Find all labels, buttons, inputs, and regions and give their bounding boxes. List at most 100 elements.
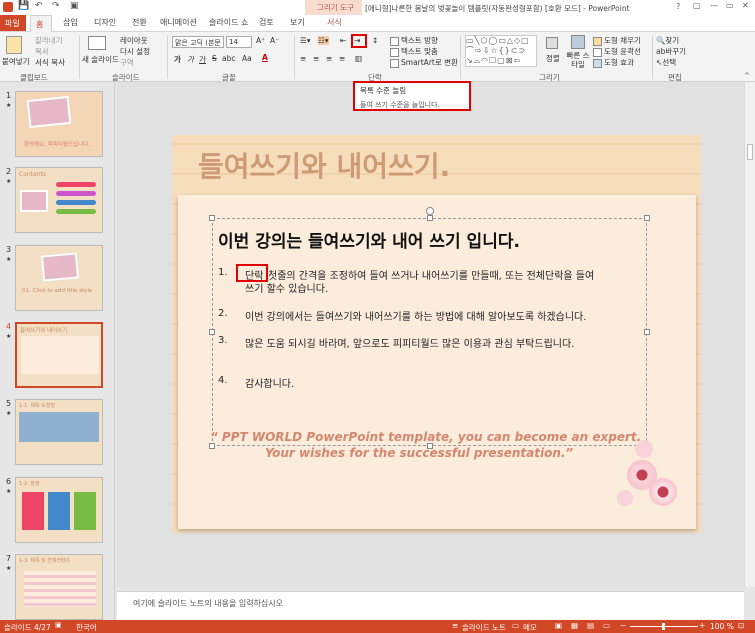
notes-toggle-icon[interactable]: ≡ xyxy=(452,621,458,630)
vertical-scrollbar[interactable] xyxy=(744,82,755,587)
strikethrough-button[interactable]: S xyxy=(212,54,217,63)
align-text-button[interactable]: 텍스트 맞춤 xyxy=(390,46,438,57)
shapes-gallery[interactable]: ▭╲⬡◯▭△◇▢ ⌒⇨⇩☆{}⊂⊃ ↘⌓◠☐▢⊠⇦ xyxy=(465,35,537,67)
slide-title[interactable]: 들여쓰기와 내어쓰기. xyxy=(198,145,450,185)
text-box-selection[interactable] xyxy=(212,218,647,446)
zoom-in-icon[interactable]: + xyxy=(699,621,705,630)
tab-insert[interactable]: 삽입 xyxy=(63,17,78,28)
slide-thumbnail-7[interactable]: 1-3. 제목 및 연계컨텐츠 xyxy=(15,554,103,620)
close-button[interactable]: ✕ xyxy=(742,1,749,10)
layout-button[interactable]: 레이아웃 xyxy=(120,35,148,46)
slide-sorter-icon[interactable]: ▦ xyxy=(571,621,578,630)
tab-transitions[interactable]: 전환 xyxy=(132,17,147,28)
notes-toggle-button[interactable]: 슬라이드 노트 xyxy=(462,622,506,633)
columns-icon[interactable]: ▥ xyxy=(355,54,362,63)
char-spacing-button[interactable]: abc xyxy=(222,54,235,63)
slide-thumbnail-6[interactable]: 1-2. 장점 xyxy=(15,477,103,543)
shape-fill-button[interactable]: 도형 채우기 xyxy=(593,35,641,46)
help-button[interactable]: ? xyxy=(676,2,680,11)
spellcheck-icon[interactable]: ▣ xyxy=(55,621,62,629)
comments-icon[interactable]: ▭ xyxy=(512,621,519,630)
present-icon[interactable]: ▣ xyxy=(70,1,79,11)
animation-star-icon: ★ xyxy=(6,256,12,263)
zoom-slider-thumb[interactable] xyxy=(662,623,665,630)
rotate-handle-icon[interactable] xyxy=(426,207,434,215)
section-button[interactable]: 구역 xyxy=(120,57,134,68)
find-button[interactable]: 🔍찾기 xyxy=(656,35,679,46)
format-painter-button[interactable]: 서식 복사 xyxy=(35,57,65,68)
fit-to-window-icon[interactable]: ⊡ xyxy=(738,621,744,630)
line-spacing-icon[interactable]: ↕ xyxy=(372,36,378,45)
tab-view[interactable]: 보기 xyxy=(290,17,305,28)
font-size-select[interactable]: 14 xyxy=(226,36,252,48)
reset-button[interactable]: 다시 설정 xyxy=(120,46,150,57)
list-item-text: 많은 도움 되시길 바라며, 앞으로도 피피티월드 많은 이용과 관심 부탁드립… xyxy=(245,339,575,350)
bullets-icon[interactable]: ☰▾ xyxy=(300,36,311,45)
reading-view-icon[interactable]: ▤ xyxy=(587,621,594,630)
copy-button[interactable]: 복사 xyxy=(35,46,49,57)
resize-handle[interactable] xyxy=(209,329,215,335)
zoom-level[interactable]: 100 % xyxy=(710,622,734,631)
slide-thumbnail-1[interactable]: 환영해요, 피피티월드입니다. xyxy=(15,91,103,157)
tab-format[interactable]: 서식 xyxy=(327,17,342,28)
resize-handle[interactable] xyxy=(644,215,650,221)
slide-thumbnail-5[interactable]: 1-1. 제목 도형형 xyxy=(15,399,103,465)
maximize-button[interactable]: ▭ xyxy=(726,1,734,10)
font-name-select[interactable]: 맑은 고딕 (본문 xyxy=(172,36,224,48)
bold-button[interactable]: 가 xyxy=(174,54,181,65)
smartart-button[interactable]: SmartArt로 변환 xyxy=(390,57,458,68)
tab-home[interactable]: 홈 xyxy=(30,15,52,32)
notes-placeholder[interactable]: 여기에 슬라이드 노트의 내용을 입력하십시오 xyxy=(133,598,283,609)
tab-file[interactable]: 파일 xyxy=(0,15,26,31)
numbering-icon[interactable]: ☷▾ xyxy=(318,36,329,45)
scroll-thumb[interactable] xyxy=(747,144,753,160)
ribbon-display-button[interactable]: ▢ xyxy=(693,1,701,10)
tab-review[interactable]: 검토 xyxy=(259,17,274,28)
quick-styles-button[interactable]: 빠른 스타일 xyxy=(565,51,591,69)
undo-icon[interactable]: ↶ xyxy=(35,1,43,11)
decrease-indent-icon[interactable]: ⇤ xyxy=(340,36,346,45)
minimize-button[interactable]: — xyxy=(710,1,718,10)
tab-animations[interactable]: 애니메이션 xyxy=(160,17,197,28)
slideshow-icon[interactable]: ▭ xyxy=(603,621,610,630)
slide-thumbnail-3[interactable]: 01. Click to add title style xyxy=(15,245,103,311)
slide-thumbnail-2[interactable]: Contents xyxy=(15,167,103,233)
slide-thumbnail-4-selected[interactable]: 들여쓰기와 내어쓰기 xyxy=(15,322,103,388)
tab-design[interactable]: 디자인 xyxy=(94,17,116,28)
zoom-out-icon[interactable]: − xyxy=(620,621,626,630)
tab-slideshow[interactable]: 슬라이드 쇼 xyxy=(209,17,248,28)
normal-view-icon[interactable]: ▣ xyxy=(555,621,562,630)
justify-icon[interactable]: ≡ xyxy=(339,54,345,63)
shape-effects-button[interactable]: 도형 효과 xyxy=(593,57,634,68)
align-center-icon[interactable]: ≡ xyxy=(313,54,319,63)
italic-button[interactable]: 가 xyxy=(187,54,194,65)
language-indicator[interactable]: 한국어 xyxy=(76,622,97,633)
shrink-font-icon[interactable]: A⁻ xyxy=(270,36,279,45)
increase-indent-icon[interactable]: ⇥ xyxy=(354,36,360,45)
grow-font-icon[interactable]: A⁺ xyxy=(256,36,265,45)
slide[interactable]: 들여쓰기와 내어쓰기. 이번 강의는 들여쓰기와 내어 쓰기 입니다. 1. 단… xyxy=(172,135,701,533)
paste-button[interactable]: 붙여넣기 xyxy=(2,56,30,67)
cut-button[interactable]: 잘라내기 xyxy=(35,35,63,46)
collapse-ribbon-icon[interactable]: ^ xyxy=(744,72,750,80)
notes-pane[interactable]: 여기에 슬라이드 노트의 내용을 입력하십시오 xyxy=(117,591,744,620)
redo-icon[interactable]: ↷ xyxy=(52,1,60,11)
change-case-button[interactable]: Aa xyxy=(242,54,252,63)
underline-button[interactable]: 가 xyxy=(199,54,206,65)
replace-button[interactable]: ab바꾸기 xyxy=(656,46,686,57)
save-icon[interactable]: 💾 xyxy=(18,1,29,11)
slide-heading[interactable]: 이번 강의는 들여쓰기와 내어 쓰기 입니다. xyxy=(218,227,520,252)
text-direction-button[interactable]: 텍스트 방향 xyxy=(390,35,438,46)
font-color-icon[interactable]: A xyxy=(262,53,268,62)
shape-outline-button[interactable]: 도형 윤곽선 xyxy=(593,46,641,57)
resize-handle[interactable] xyxy=(427,215,433,221)
comments-button[interactable]: 메모 xyxy=(523,622,537,633)
align-right-icon[interactable]: ≡ xyxy=(326,54,332,63)
align-left-icon[interactable]: ≡ xyxy=(300,54,306,63)
list-number: 3. xyxy=(218,335,228,346)
arrange-button[interactable]: 정렬 xyxy=(546,53,560,64)
select-button[interactable]: ↖선택 xyxy=(656,57,676,68)
resize-handle[interactable] xyxy=(209,215,215,221)
resize-handle[interactable] xyxy=(644,329,650,335)
new-slide-button[interactable]: 새 슬라이드 xyxy=(82,54,119,65)
